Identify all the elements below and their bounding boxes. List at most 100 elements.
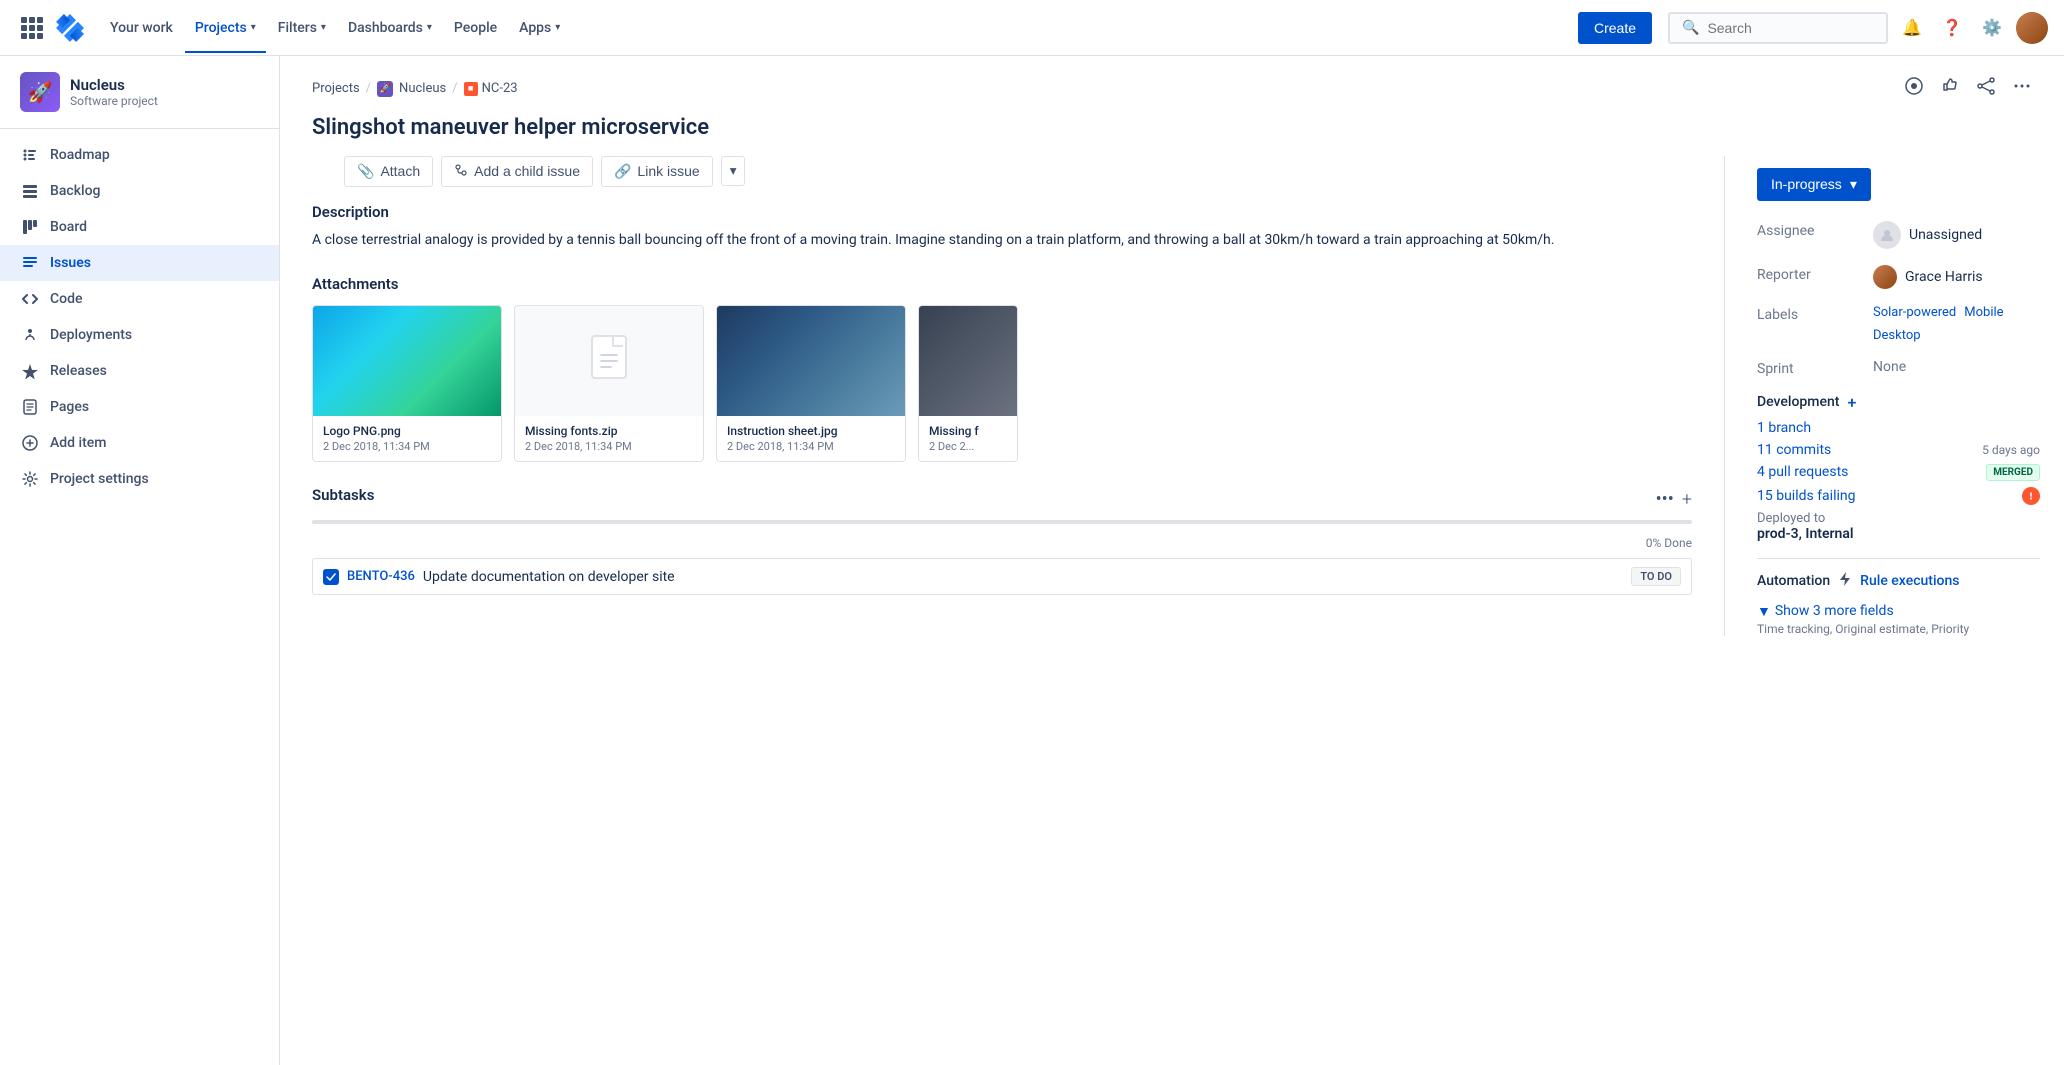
dev-commits-age: 5 days ago (1982, 443, 2040, 457)
board-icon (20, 219, 40, 235)
settings-button[interactable]: ⚙️ (1976, 12, 2008, 44)
notifications-button[interactable]: 🔔 (1896, 12, 1928, 44)
sidebar-item-pages[interactable]: Pages (0, 389, 279, 425)
sidebar-item-board[interactable]: Board (0, 209, 279, 245)
sidebar-item-deployments[interactable]: Deployments (0, 317, 279, 353)
dev-branches-row: 1 branch (1757, 420, 2040, 436)
dev-pullrequests-link[interactable]: 4 pull requests (1757, 464, 1848, 480)
attachment-card-3[interactable]: Missing f 2 Dec 2... (918, 305, 1018, 462)
grid-icon (21, 17, 43, 39)
sidebar-item-releases[interactable]: Releases (0, 353, 279, 389)
breadcrumb-nucleus[interactable]: Nucleus (399, 81, 446, 96)
nav-apps[interactable]: Apps ▾ (509, 12, 570, 44)
sidebar-item-code[interactable]: Code (0, 281, 279, 317)
subtasks-progress-bar (312, 520, 1692, 524)
thumbsup-icon[interactable] (1940, 76, 1960, 101)
nav-your-work[interactable]: Your work (100, 12, 183, 44)
sidebar-item-roadmap[interactable]: Roadmap (0, 137, 279, 173)
description-text: A close terrestrial analogy is provided … (312, 229, 1692, 251)
subtask-label-0: Update documentation on developer site (423, 569, 1623, 585)
add-item-icon (20, 435, 40, 451)
reporter-field: Reporter Grace Harris (1757, 265, 2040, 289)
nav-projects[interactable]: Projects ▾ (185, 12, 266, 44)
attachment-name-1: Missing fonts.zip (525, 424, 693, 438)
more-icon[interactable] (2012, 76, 2032, 101)
sidebar-item-add-item[interactable]: Add item (0, 425, 279, 461)
subtask-id-0[interactable]: BENTO-436 (347, 569, 415, 584)
dev-branches-link[interactable]: 1 branch (1757, 420, 1811, 436)
development-add-button[interactable]: + (1847, 393, 1856, 412)
nav-dashboards[interactable]: Dashboards ▾ (338, 12, 442, 44)
dev-builds-row: 15 builds failing (1757, 487, 2040, 505)
grid-menu-button[interactable] (16, 12, 48, 44)
avatar-image (2016, 12, 2048, 44)
project-type: Software project (70, 94, 158, 108)
subtasks-add-button[interactable]: + (1682, 489, 1692, 510)
status-button[interactable]: In-progress ▾ (1757, 168, 1871, 201)
nucleus-breadcrumb-icon: 🚀 (377, 81, 393, 97)
project-info: Nucleus Software project (70, 76, 158, 108)
sidebar-releases-label: Releases (50, 363, 107, 379)
automation-rule-link[interactable]: Rule executions (1860, 573, 1959, 589)
breadcrumb-sep-2: / (452, 81, 457, 96)
attachment-date-0: 2 Dec 2018, 11:34 PM (323, 440, 491, 453)
create-button[interactable]: Create (1578, 12, 1652, 44)
watch-icon[interactable] (1904, 76, 1924, 101)
attachment-info-0: Logo PNG.png 2 Dec 2018, 11:34 PM (313, 416, 501, 461)
assignee-value[interactable]: Unassigned (1873, 221, 2040, 249)
search-input[interactable] (1707, 20, 1874, 36)
label-mobile[interactable]: Mobile (1964, 305, 2003, 320)
project-header[interactable]: 🚀 Nucleus Software project (0, 56, 279, 129)
nav-filters[interactable]: Filters ▾ (268, 12, 336, 44)
dev-commits-link[interactable]: 11 commits (1757, 442, 1831, 458)
attach-button[interactable]: 📎 Attach (344, 156, 433, 187)
breadcrumb-projects[interactable]: Projects (312, 81, 360, 96)
attachment-info-2: Instruction sheet.jpg 2 Dec 2018, 11:34 … (717, 416, 905, 461)
file-icon (591, 335, 627, 388)
user-avatar[interactable] (2016, 12, 2048, 44)
attachment-thumb-0 (313, 306, 501, 416)
subtasks-header: Subtasks ••• + (312, 486, 1692, 512)
show-more-link[interactable]: ▼ Show 3 more fields (1757, 603, 2040, 620)
issue-toolbar: 📎 Attach Add a child issue 🔗 Link issue … (312, 156, 1692, 203)
dev-builds-link[interactable]: 15 builds failing (1757, 488, 1855, 504)
sprint-label: Sprint (1757, 359, 1857, 377)
attachments-section: Attachments Logo PNG.png 2 Dec 2018, 11:… (312, 275, 1692, 462)
sidebar-pages-label: Pages (50, 399, 89, 415)
sidebar-deployments-label: Deployments (50, 327, 132, 343)
topnav-right: 🔍 🔔 ❓ ⚙️ (1668, 12, 2048, 44)
toolbar-more-dropdown[interactable]: ▾ (721, 156, 746, 186)
link-issue-button[interactable]: 🔗 Link issue (601, 156, 713, 187)
show-more-section: ▼ Show 3 more fields Time tracking, Orig… (1757, 603, 2040, 636)
sidebar-project-settings-label: Project settings (50, 471, 149, 487)
nav-people[interactable]: People (444, 12, 507, 44)
attachment-name-0: Logo PNG.png (323, 424, 491, 438)
deployments-icon (20, 327, 40, 343)
app-layout: 🚀 Nucleus Software project Roadmap Backl… (0, 56, 2064, 1065)
share-icon[interactable] (1976, 76, 1996, 101)
help-button[interactable]: ❓ (1936, 12, 1968, 44)
automation-header: Automation Rule executions (1757, 571, 2040, 591)
issue-body: 📎 Attach Add a child issue 🔗 Link issue … (280, 156, 2064, 636)
sidebar-item-issues[interactable]: Issues (0, 245, 279, 281)
jira-logo[interactable] (56, 14, 84, 42)
subtasks-more-button[interactable]: ••• (1656, 489, 1674, 510)
attachment-thumb-3 (919, 306, 1017, 416)
add-child-issue-button[interactable]: Add a child issue (441, 156, 593, 187)
backlog-icon (20, 183, 40, 199)
sidebar-item-project-settings[interactable]: Project settings (0, 461, 279, 497)
label-desktop[interactable]: Desktop (1873, 328, 1921, 343)
search-box[interactable]: 🔍 (1668, 12, 1888, 44)
dev-commits-row: 11 commits 5 days ago (1757, 442, 2040, 458)
subtask-checkbox-0[interactable] (323, 569, 339, 585)
development-section: Development + 1 branch 11 commits 5 days… (1757, 393, 2040, 542)
attachment-card-0[interactable]: Logo PNG.png 2 Dec 2018, 11:34 PM (312, 305, 502, 462)
attachment-card-1[interactable]: Missing fonts.zip 2 Dec 2018, 11:34 PM (514, 305, 704, 462)
reporter-value[interactable]: Grace Harris (1873, 265, 2040, 289)
subtask-item-0[interactable]: BENTO-436 Update documentation on develo… (312, 558, 1692, 595)
label-solar-powered[interactable]: Solar-powered (1873, 305, 1956, 320)
gear-icon: ⚙️ (1982, 18, 2002, 37)
sidebar-item-backlog[interactable]: Backlog (0, 173, 279, 209)
breadcrumb-nc23[interactable]: NC-23 (482, 81, 518, 96)
attachment-card-2[interactable]: Instruction sheet.jpg 2 Dec 2018, 11:34 … (716, 305, 906, 462)
